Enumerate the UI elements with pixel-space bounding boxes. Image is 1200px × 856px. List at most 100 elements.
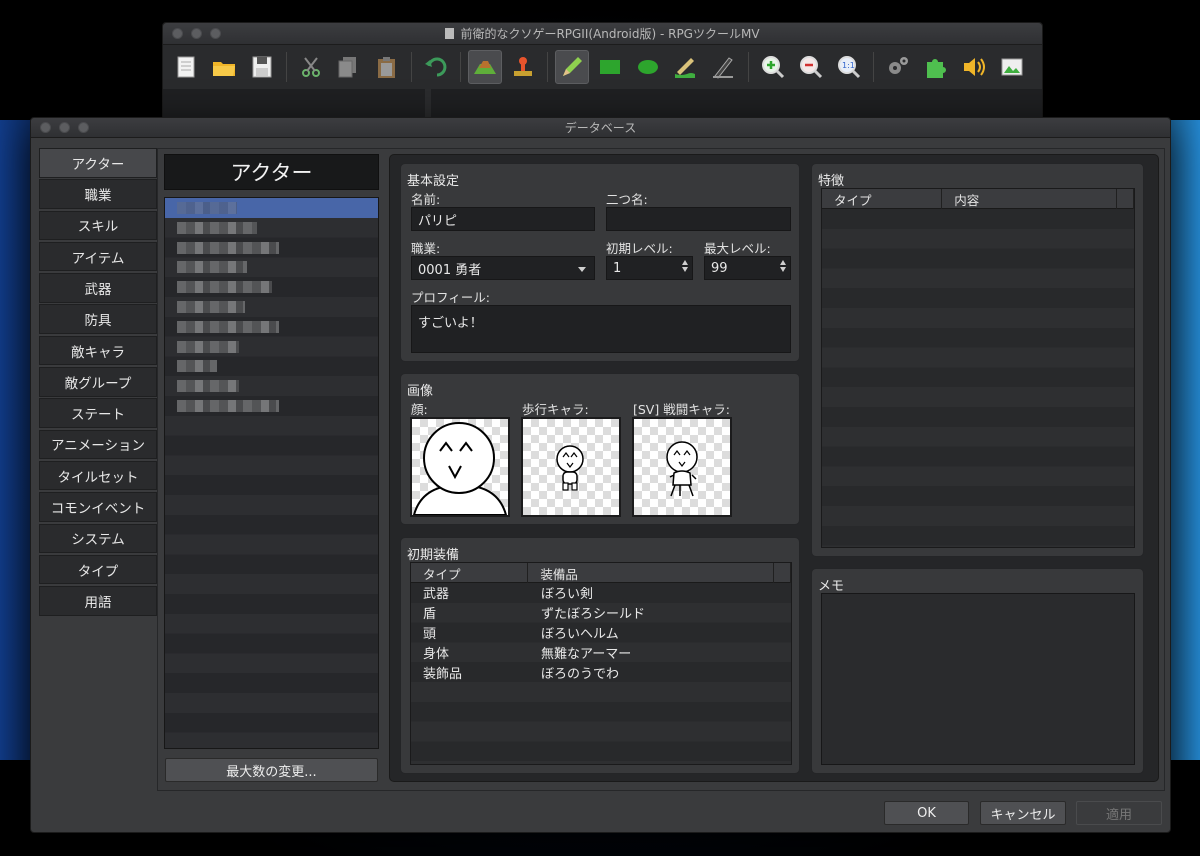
database-title: データベース <box>564 121 637 135</box>
category-item[interactable]: タイルセット <box>39 460 157 491</box>
actor-list-item[interactable] <box>165 277 378 297</box>
rectangle-icon[interactable] <box>593 50 627 84</box>
equipment-item-column[interactable]: 装備品 <box>528 563 775 583</box>
actor-list-item[interactable] <box>165 376 378 396</box>
toolbar-separator <box>873 52 874 82</box>
database-dialog: データベース アクター 職業 スキル アイテム 武器 防具 敵キャラ 敵グループ ステート アニメ… <box>30 117 1171 833</box>
face-drawing <box>412 422 508 516</box>
category-item[interactable]: アクター <box>39 148 157 178</box>
memo-textarea[interactable] <box>821 593 1135 765</box>
basic-settings-title: 基本設定 <box>407 174 460 189</box>
actor-list[interactable] <box>164 197 379 749</box>
event-search-icon[interactable] <box>995 50 1029 84</box>
stepper-arrows-icon[interactable] <box>780 260 786 272</box>
paste-icon[interactable] <box>370 50 404 84</box>
equipment-table[interactable]: タイプ 装備品 武器 ぼろい剣盾ずたぼろシールド頭ぼろいヘルム 身体 無難なアーマー装… <box>410 562 792 765</box>
toolbar-separator <box>460 52 461 82</box>
database-titlebar: データベース <box>31 118 1170 138</box>
equipment-type-cell: 身体 <box>423 646 450 662</box>
category-item[interactable]: アニメーション <box>39 429 157 460</box>
open-project-icon[interactable] <box>207 50 241 84</box>
cancel-button[interactable]: キャンセル <box>980 801 1066 825</box>
images-title: 画像 <box>407 384 434 399</box>
apply-button[interactable]: 適用 <box>1076 801 1162 825</box>
svg-text:1:1: 1:1 <box>842 61 855 70</box>
change-max-button[interactable]: 最大数の変更... <box>165 758 378 782</box>
actor-list-item[interactable] <box>165 218 378 238</box>
map-mode-icon[interactable] <box>468 50 502 84</box>
memo-group: メモ <box>811 568 1144 774</box>
flood-fill-icon[interactable] <box>669 50 703 84</box>
actor-list-item[interactable] <box>165 337 378 357</box>
equipment-table-header: タイプ 装備品 <box>411 563 791 583</box>
event-mode-icon[interactable] <box>506 50 540 84</box>
ellipse-icon[interactable] <box>631 50 665 84</box>
traits-title: 特徴 <box>818 174 845 189</box>
table-row[interactable]: 頭 ぼろいヘルム <box>411 623 791 643</box>
traits-type-column[interactable]: タイプ <box>822 189 943 209</box>
battler-image[interactable] <box>632 417 732 517</box>
cut-icon[interactable] <box>294 50 328 84</box>
plugin-manager-icon[interactable] <box>919 50 953 84</box>
traits-content-column[interactable]: 内容 <box>942 189 1118 209</box>
category-item[interactable]: 敵グループ <box>39 367 157 397</box>
category-item[interactable]: タイプ <box>39 554 157 585</box>
actor-list-item[interactable] <box>165 257 378 277</box>
face-image[interactable] <box>410 417 510 517</box>
zoom-in-icon[interactable] <box>756 50 790 84</box>
category-item[interactable]: 職業 <box>39 179 157 209</box>
stepper-arrows-icon[interactable] <box>682 260 688 272</box>
initial-equipment-group: 初期装備 タイプ 装備品 武器 ぼろい剣盾 ずたぼろシールド頭 ぼろいヘルム 身体 無難な… <box>400 537 800 774</box>
memo-title: メモ <box>818 579 845 594</box>
max-level-stepper[interactable]: 99 <box>704 256 791 280</box>
save-project-icon[interactable] <box>245 50 279 84</box>
walk-character-image[interactable] <box>521 417 621 517</box>
category-item[interactable]: アイテム <box>39 241 157 272</box>
category-item[interactable]: 武器 <box>39 273 157 303</box>
actor-list-item[interactable] <box>165 238 378 258</box>
category-item[interactable]: スキル <box>39 210 157 241</box>
equipment-type-column[interactable]: タイプ <box>411 563 529 583</box>
name-field[interactable]: パリピ <box>411 207 595 231</box>
actor-list-item[interactable] <box>165 198 378 218</box>
equipment-item-cell: ずたぼろシールド <box>541 607 646 623</box>
copy-icon[interactable] <box>332 50 366 84</box>
table-row[interactable]: 武器 ぼろい剣 <box>411 583 791 603</box>
actor-list-item[interactable] <box>165 317 378 337</box>
new-project-icon[interactable] <box>169 50 203 84</box>
ok-button[interactable]: OK <box>884 801 969 825</box>
category-item[interactable]: システム <box>39 523 157 554</box>
battler-drawing <box>666 441 698 497</box>
equipment-item-cell: ぼろいヘルム <box>541 626 619 642</box>
nickname-label: 二つ名: <box>606 192 648 207</box>
chevron-down-icon <box>578 267 586 272</box>
pencil-icon[interactable] <box>555 50 589 84</box>
category-item[interactable]: 敵キャラ <box>39 335 157 366</box>
table-row[interactable]: 身体 無難なアーマー <box>411 642 791 662</box>
database-gear-icon[interactable] <box>881 50 915 84</box>
category-item[interactable]: 防具 <box>39 304 157 334</box>
undo-icon[interactable] <box>419 50 453 84</box>
images-group: 画像 顔: 歩行キャラ: [SV] 戦闘キャラ: <box>400 373 800 525</box>
table-row[interactable]: 盾 ずたぼろシールド <box>411 603 791 623</box>
table-row[interactable]: 装飾品 ぼろのうでわ <box>411 662 791 682</box>
actor-list-item[interactable] <box>165 297 378 317</box>
toolbar-separator <box>286 52 287 82</box>
toolbar-separator <box>411 52 412 82</box>
shadow-pen-icon[interactable] <box>707 50 741 84</box>
initial-level-stepper[interactable]: 1 <box>606 256 693 280</box>
category-item[interactable]: 用語 <box>39 586 157 616</box>
class-select[interactable]: 0001 勇者 <box>411 256 595 280</box>
walk-character-drawing <box>556 445 584 491</box>
sound-test-icon[interactable] <box>957 50 991 84</box>
zoom-out-icon[interactable] <box>794 50 828 84</box>
category-item[interactable]: コモンイベント <box>39 492 157 522</box>
actor-list-item[interactable] <box>165 396 378 416</box>
zoom-actual-icon[interactable]: 1:1 <box>832 50 866 84</box>
traits-table[interactable]: タイプ 内容 <box>821 188 1135 548</box>
nickname-field[interactable] <box>606 207 791 231</box>
profile-textarea[interactable]: すごいよ！ <box>411 305 791 353</box>
category-item[interactable]: ステート <box>39 398 157 428</box>
actor-list-item[interactable] <box>165 356 378 376</box>
table-corner <box>1117 189 1134 209</box>
